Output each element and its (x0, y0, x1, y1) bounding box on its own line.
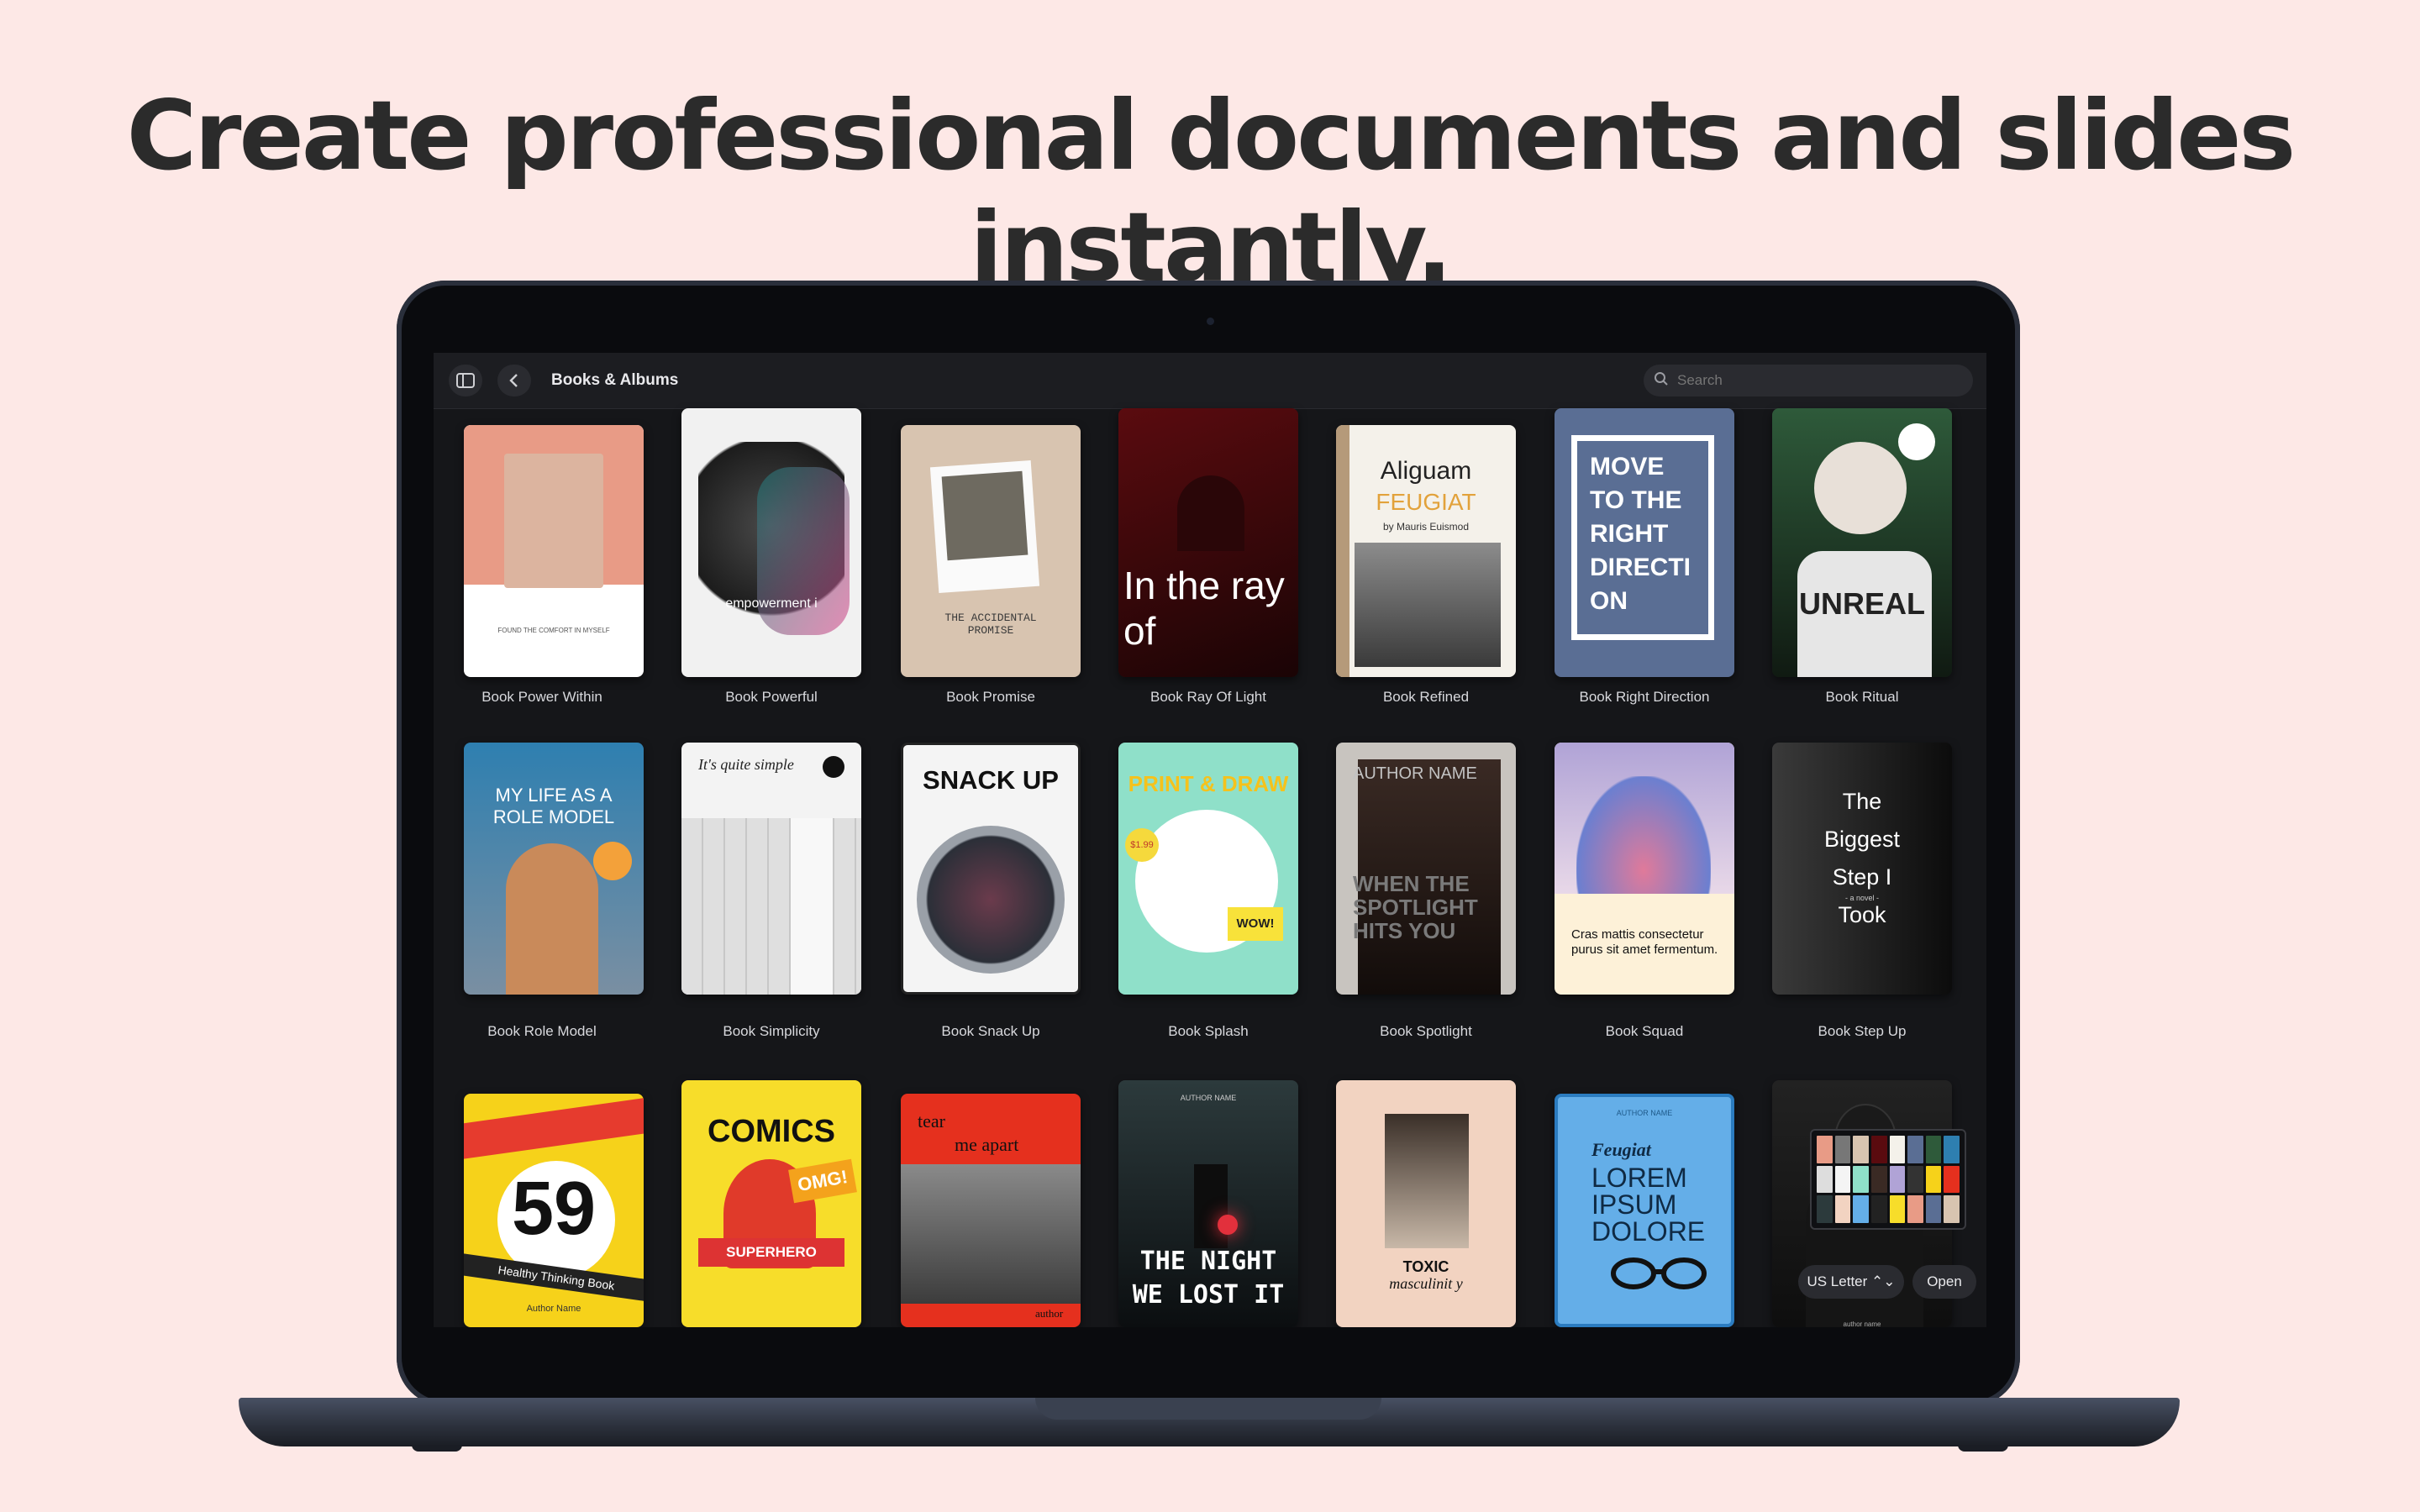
template-name: Book Simplicity (723, 1023, 820, 1039)
template-name: Book Squad (1605, 1023, 1684, 1039)
template-name: Book Promise (946, 689, 1035, 705)
laptop-notch (1035, 1398, 1381, 1420)
toolbar: Books & Albums (434, 353, 1986, 409)
template-card[interactable]: tear me apart author (901, 1094, 1081, 1327)
app-window: Books & Albums FOUND THE COMFORT IN MYSE… (434, 353, 1986, 1327)
template-card[interactable]: AUTHOR NAME THE NIGHT WE LOST IT (1118, 1080, 1298, 1327)
template-card[interactable]: AUTHOR NAME WHEN THE SPOTLIGHT HITS YOU (1336, 743, 1516, 995)
template-card[interactable]: empowerment i (681, 408, 861, 677)
template-name: Book Spotlight (1380, 1023, 1472, 1039)
back-button[interactable] (497, 365, 531, 396)
template-card[interactable]: PRINT & DRAW $1.99 WOW! (1118, 743, 1298, 995)
template-name: Book Refined (1382, 689, 1470, 705)
glasses-icon (1611, 1257, 1707, 1289)
template-name: Book Right Direction (1579, 689, 1710, 705)
sidebar-toggle-button[interactable] (449, 365, 482, 396)
page-title: Books & Albums (551, 371, 679, 389)
template-card[interactable]: MOVE TO THE RIGHT DIRECTI ON (1555, 408, 1734, 677)
template-name: Book Role Model (487, 1023, 597, 1039)
open-button[interactable]: Open (1912, 1265, 1976, 1299)
page-size-select[interactable]: US Letter ⌃⌄ (1798, 1265, 1904, 1299)
template-card[interactable]: COMICS OMG! SUPERHERO (681, 1080, 861, 1327)
template-card[interactable]: It's quite simple (681, 743, 861, 995)
laptop-foot (412, 1445, 462, 1452)
template-name: Book Power Within (481, 689, 602, 705)
camera-icon (1207, 318, 1214, 325)
template-card[interactable]: TOXIC masculinit y (1336, 1080, 1516, 1327)
preview-thumbnail (1810, 1129, 1966, 1230)
template-card[interactable]: SNACK UP (901, 743, 1081, 995)
chevron-updown-icon: ⌃⌄ (1871, 1273, 1896, 1289)
search-icon (1655, 372, 1668, 386)
laptop-foot (1958, 1445, 2008, 1452)
template-name: Book Ritual (1825, 689, 1899, 705)
template-name: Book Ray Of Light (1150, 689, 1266, 705)
template-card[interactable]: The Biggest Step I Took - a novel - (1772, 743, 1952, 995)
sidebar-icon (456, 373, 475, 388)
template-card[interactable]: AUTHOR NAME Feugiat LOREM IPSUM DOLORE (1555, 1094, 1734, 1327)
template-name: Book Splash (1168, 1023, 1249, 1039)
template-card[interactable]: MY LIFE AS A ROLE MODEL (464, 743, 644, 995)
template-grid: FOUND THE COMFORT IN MYSELF Book Power W… (434, 408, 1986, 1327)
template-card[interactable]: Cras mattis consectetur purus sit amet f… (1555, 743, 1734, 995)
template-card[interactable]: FOUND THE COMFORT IN MYSELF (464, 425, 644, 677)
template-card[interactable]: 59 Healthy Thinking Book Author Name (464, 1094, 644, 1327)
template-name: Book Powerful (725, 689, 818, 705)
template-name: Book Step Up (1818, 1023, 1907, 1039)
template-card[interactable]: UNREAL (1772, 408, 1952, 677)
headline: Create professional documents and slides… (126, 80, 2296, 303)
template-card[interactable]: Aliguam FEUGIAT by Mauris Euismod (1336, 425, 1516, 677)
template-card[interactable]: THE ACCIDENTAL PROMISE (901, 425, 1081, 677)
template-card[interactable]: In the ray of (1118, 408, 1298, 677)
template-name: Book Snack Up (941, 1023, 1040, 1039)
chevron-left-icon (509, 374, 518, 387)
search-input[interactable] (1644, 365, 1973, 396)
